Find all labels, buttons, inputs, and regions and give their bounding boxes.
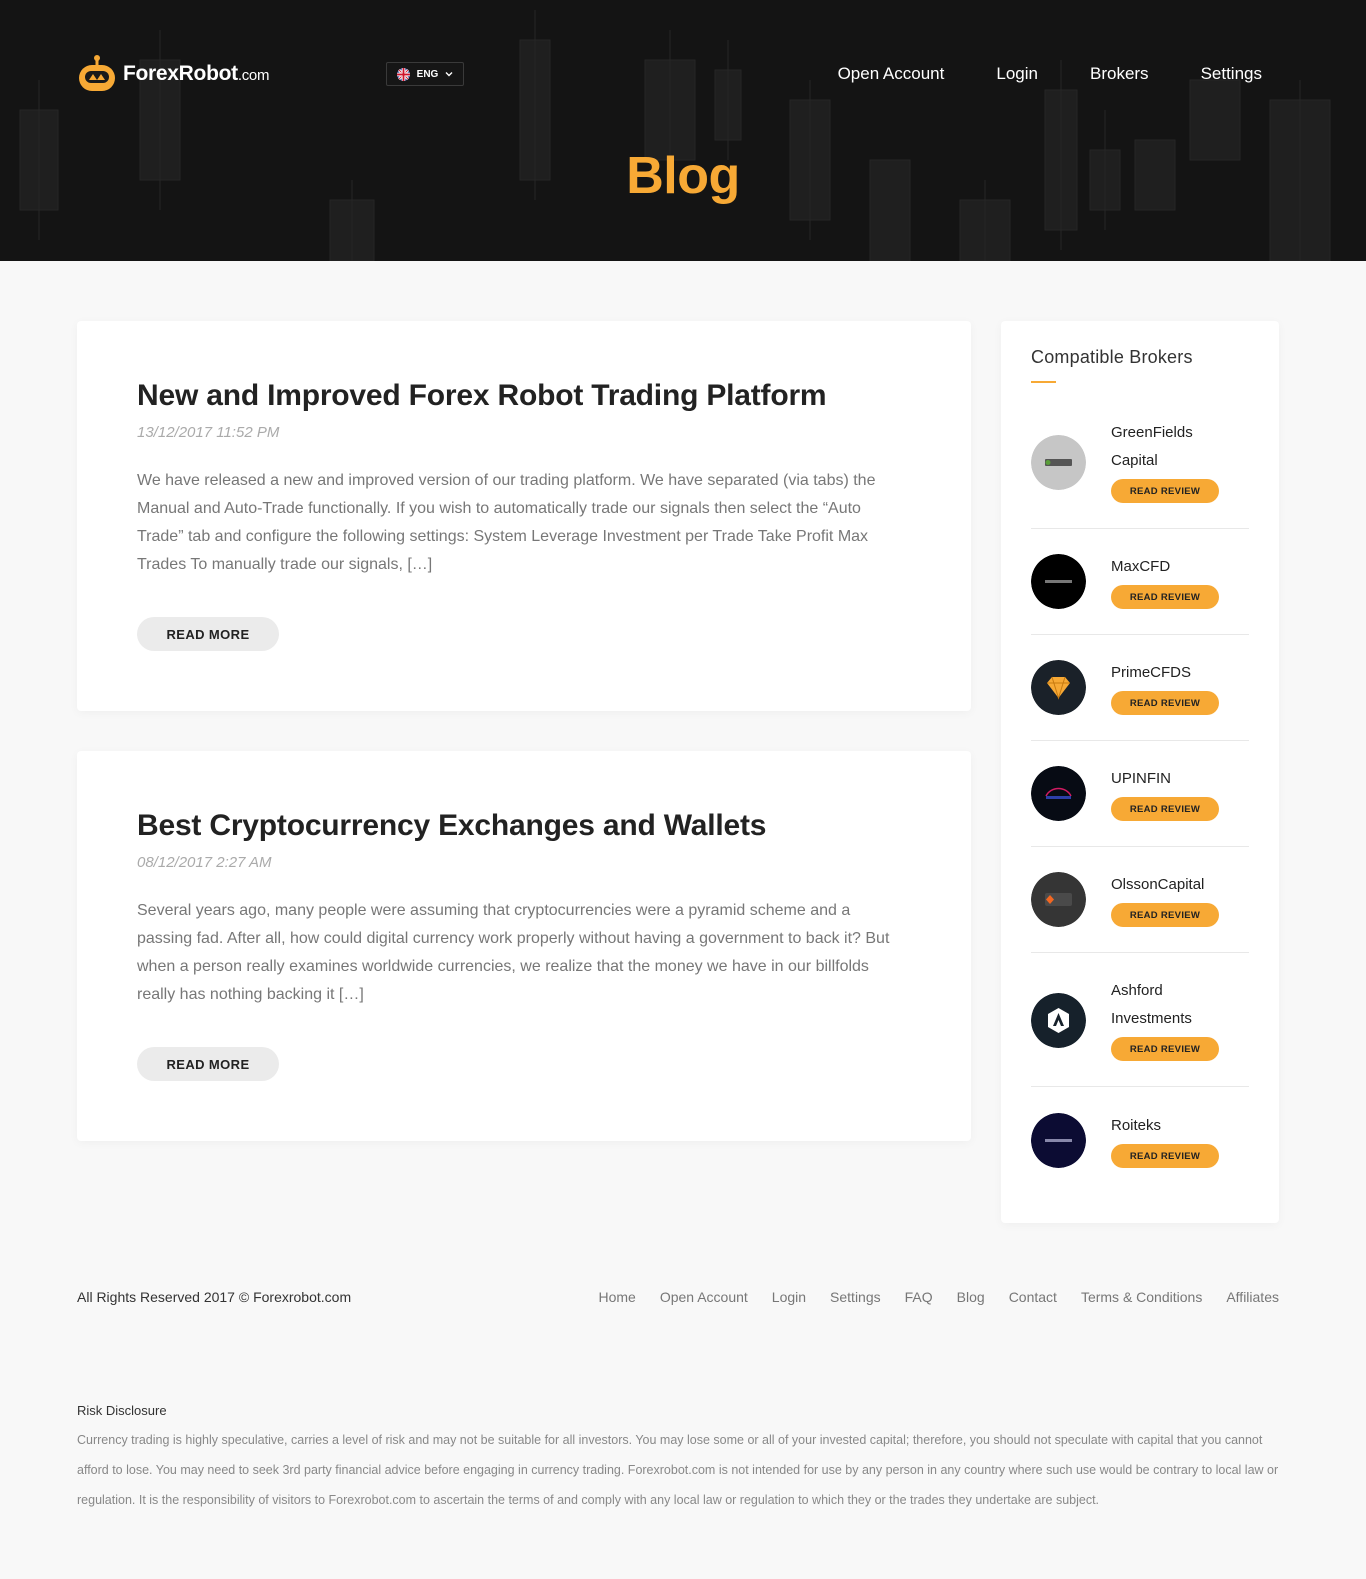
footer-link-home[interactable]: Home <box>598 1289 635 1305</box>
footer-nav: Home Open Account Login Settings FAQ Blo… <box>598 1289 1279 1305</box>
broker-logo[interactable] <box>1031 435 1086 490</box>
maxcfd-logo-icon <box>1031 554 1086 609</box>
broker-item-roiteks: Roiteks READ REVIEW <box>1031 1087 1249 1197</box>
risk-disclosure-text: Currency trading is highly speculative, … <box>77 1433 1279 1507</box>
read-review-button[interactable]: READ REVIEW <box>1111 585 1219 609</box>
broker-logo[interactable] <box>1031 993 1086 1048</box>
robot-logo-icon <box>79 55 115 91</box>
broker-name: GreenFields Capital <box>1111 424 1193 469</box>
read-more-button[interactable]: READ MORE <box>137 1047 279 1081</box>
language-label: ENG <box>416 68 439 80</box>
nav-brokers[interactable]: Brokers <box>1090 64 1149 84</box>
post-excerpt: Several years ago, many people were assu… <box>137 902 890 1003</box>
blog-post-card: Best Cryptocurrency Exchanges and Wallet… <box>77 751 971 1141</box>
footer-link-terms[interactable]: Terms & Conditions <box>1081 1289 1202 1305</box>
footer-link-faq[interactable]: FAQ <box>905 1289 933 1305</box>
broker-name: Roiteks <box>1111 1117 1162 1134</box>
nav-open-account[interactable]: Open Account <box>838 64 945 84</box>
read-review-button[interactable]: READ REVIEW <box>1111 797 1219 821</box>
broker-logo[interactable] <box>1031 660 1086 715</box>
broker-logo[interactable] <box>1031 1113 1086 1168</box>
broker-name: Ashford Investments <box>1111 982 1192 1027</box>
title-underline <box>1031 381 1056 383</box>
main-nav: Open Account Login Brokers Settings <box>838 64 1262 84</box>
upinfin-logo-icon <box>1031 766 1086 821</box>
read-review-button[interactable]: READ REVIEW <box>1111 1144 1219 1168</box>
copyright-text: All Rights Reserved 2017 © Forexrobot.co… <box>77 1289 352 1305</box>
broker-logo[interactable] <box>1031 872 1086 927</box>
broker-logo[interactable] <box>1031 554 1086 609</box>
footer-link-settings[interactable]: Settings <box>830 1289 881 1305</box>
broker-logo[interactable] <box>1031 766 1086 821</box>
broker-name: OlssonCapital <box>1111 876 1205 893</box>
post-date: 13/12/2017 11:52 PM <box>137 424 280 441</box>
post-excerpt: We have released a new and improved vers… <box>137 472 876 573</box>
broker-name: UPINFIN <box>1111 770 1171 787</box>
compatible-brokers-sidebar: Compatible Brokers GreenFields Capital R… <box>1001 321 1279 1223</box>
read-more-button[interactable]: READ MORE <box>137 617 279 651</box>
risk-disclosure-title: Risk Disclosure <box>77 1403 167 1418</box>
nav-login[interactable]: Login <box>996 64 1038 84</box>
broker-item-greenfields: GreenFields Capital READ REVIEW <box>1031 417 1249 529</box>
blog-post-card: New and Improved Forex Robot Trading Pla… <box>77 321 971 711</box>
broker-item-olssoncapital: OlssonCapital READ REVIEW <box>1031 847 1249 953</box>
olsson-logo-icon <box>1031 872 1086 927</box>
hero-header: ForexRobot.com ENG Open Account Login Br… <box>0 0 1366 261</box>
page-title: Blog <box>626 147 740 205</box>
read-review-button[interactable]: READ REVIEW <box>1111 479 1219 503</box>
nav-settings[interactable]: Settings <box>1201 64 1262 84</box>
post-date: 08/12/2017 2:27 AM <box>137 854 272 871</box>
roiteks-logo-icon <box>1031 1113 1086 1168</box>
broker-item-primecfds: PrimeCFDS READ REVIEW <box>1031 635 1249 741</box>
broker-item-upinfin: UPINFIN READ REVIEW <box>1031 741 1249 847</box>
sidebar-title: Compatible Brokers <box>1031 347 1193 367</box>
post-title[interactable]: Best Cryptocurrency Exchanges and Wallet… <box>137 808 911 844</box>
read-review-button[interactable]: READ REVIEW <box>1111 1037 1219 1061</box>
read-review-button[interactable]: READ REVIEW <box>1111 903 1219 927</box>
footer-link-open-account[interactable]: Open Account <box>660 1289 748 1305</box>
site-logo[interactable]: ForexRobot.com <box>77 54 269 94</box>
logo-wordmark: ForexRobot.com <box>123 62 270 85</box>
candlestick-background <box>19 10 1331 261</box>
footer-link-contact[interactable]: Contact <box>1009 1289 1057 1305</box>
post-title[interactable]: New and Improved Forex Robot Trading Pla… <box>137 378 911 414</box>
footer-link-blog[interactable]: Blog <box>957 1289 985 1305</box>
broker-item-ashford: Ashford Investments READ REVIEW <box>1031 953 1249 1087</box>
uk-flag-icon <box>396 67 410 81</box>
diamond-logo-icon <box>1031 660 1086 715</box>
greenfields-logo-icon <box>1031 435 1086 490</box>
ashford-logo-icon <box>1031 993 1086 1048</box>
broker-name: PrimeCFDS <box>1111 664 1192 681</box>
broker-name: MaxCFD <box>1111 558 1171 575</box>
footer-link-affiliates[interactable]: Affiliates <box>1226 1289 1279 1305</box>
broker-item-maxcfd: MaxCFD READ REVIEW <box>1031 529 1249 635</box>
read-review-button[interactable]: READ REVIEW <box>1111 691 1219 715</box>
footer-link-login[interactable]: Login <box>772 1289 806 1305</box>
chevron-down-icon <box>445 72 453 77</box>
language-selector[interactable]: ENG <box>386 62 464 86</box>
